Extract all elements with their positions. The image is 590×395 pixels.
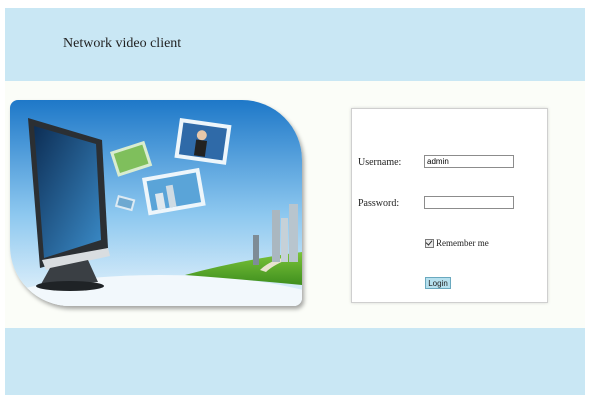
- remember-me-checkbox[interactable]: [425, 238, 434, 248]
- username-input[interactable]: admin: [424, 155, 514, 168]
- header-bar: Network video client: [5, 8, 585, 81]
- password-label: Password:: [358, 198, 400, 209]
- banner-image: [10, 100, 302, 306]
- page-title: Network video client: [63, 36, 182, 51]
- remember-me-row: Remember me: [425, 238, 489, 248]
- footer-bar: [5, 328, 585, 395]
- login-button[interactable]: Login: [425, 277, 451, 289]
- username-label: Username:: [358, 157, 402, 168]
- remember-me-label: Remember me: [436, 238, 489, 248]
- password-input[interactable]: [424, 196, 514, 209]
- login-panel: Username: admin Password: Remember me Lo…: [351, 108, 548, 303]
